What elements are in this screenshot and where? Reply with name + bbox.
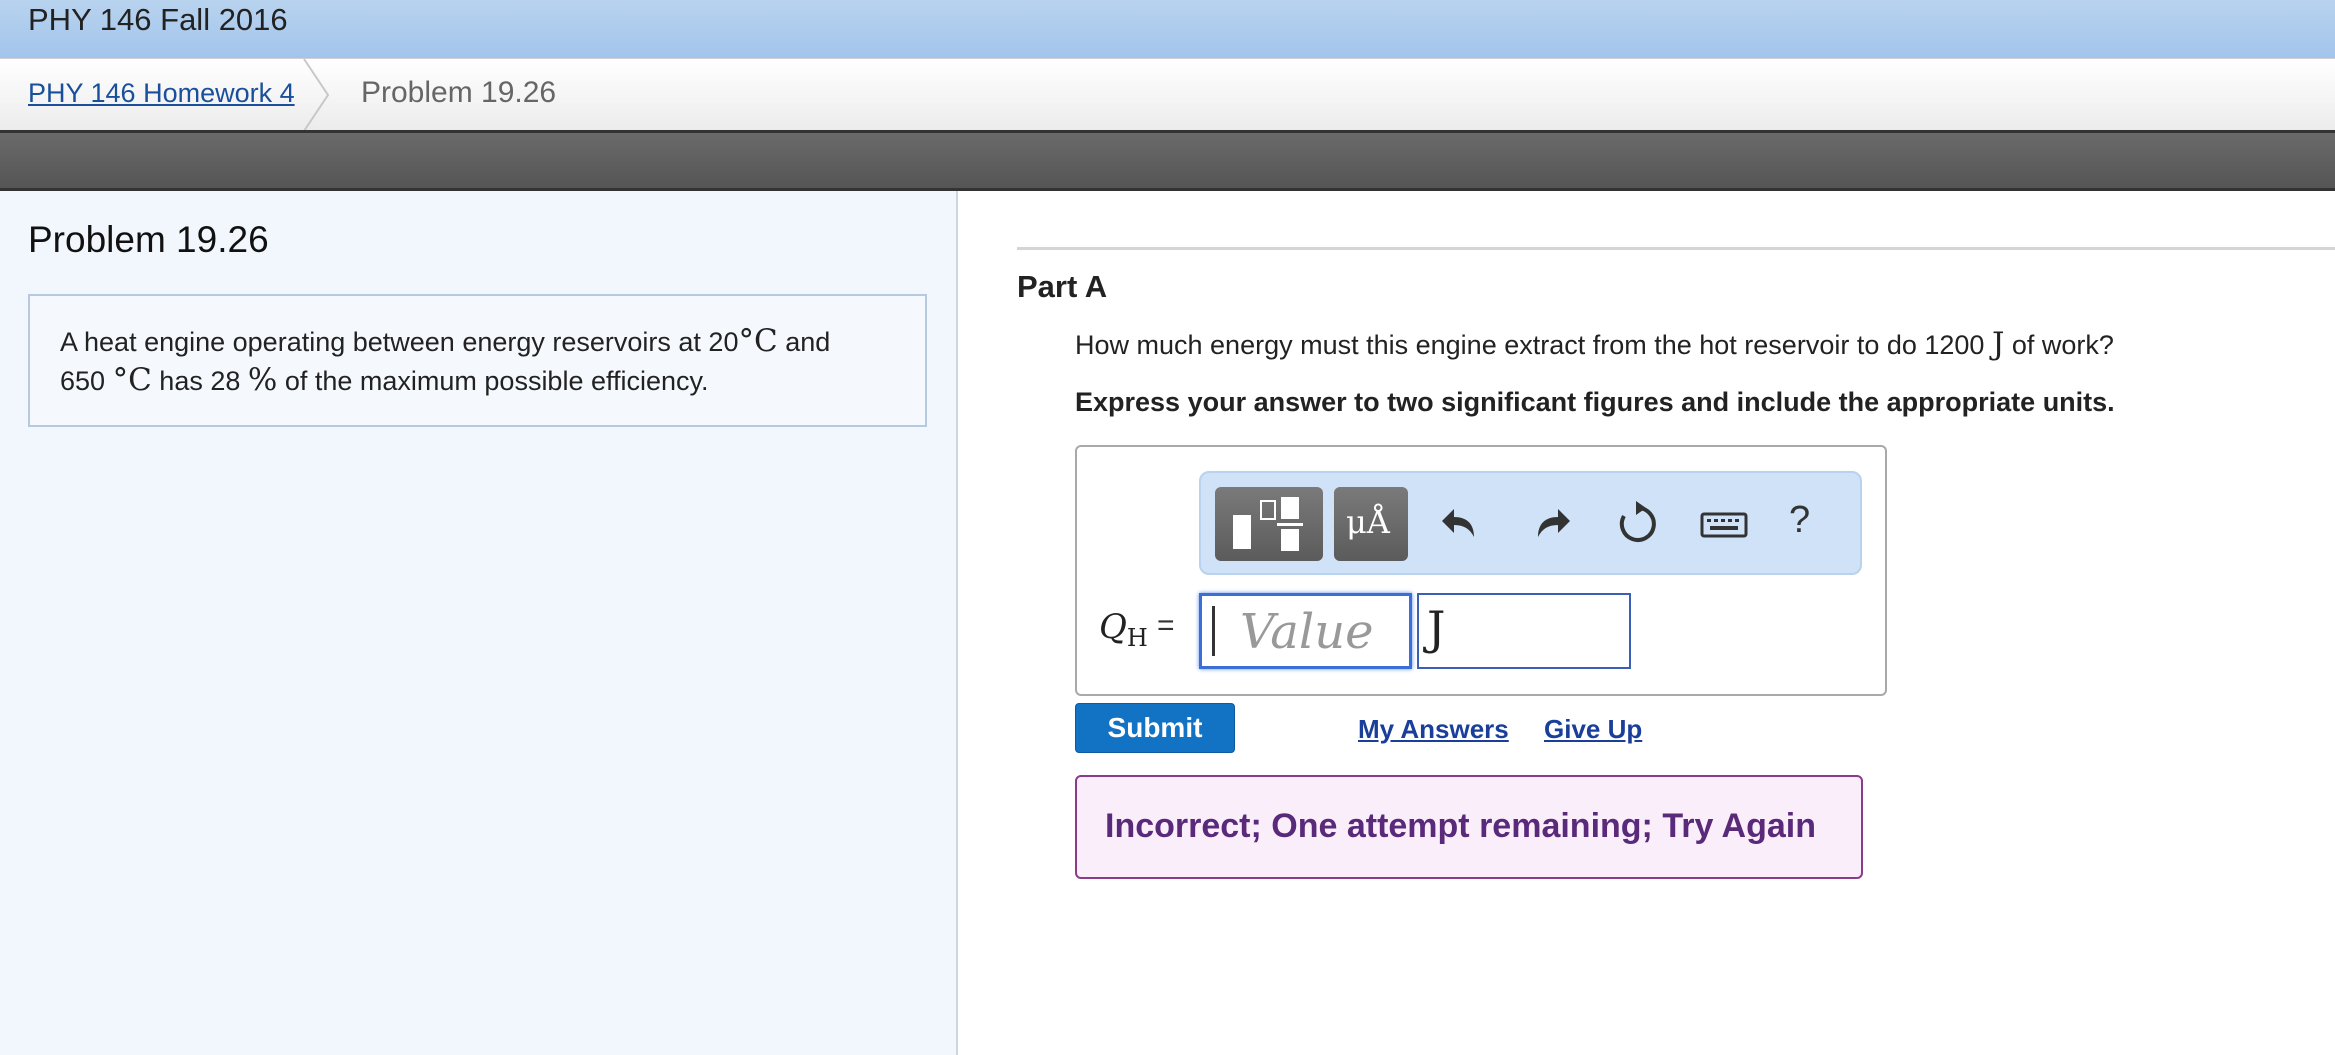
fraction-template-icon (1233, 497, 1303, 551)
breadcrumb-separator-icon (303, 59, 330, 131)
feedback-message: Incorrect; One attempt remaining; Try Ag… (1075, 775, 1863, 879)
part-divider (1017, 247, 2335, 250)
breadcrumb-current: Problem 19.26 (361, 76, 557, 109)
help-button[interactable]: ? (1789, 499, 1810, 542)
degree-symbol: ° (738, 323, 754, 359)
answer-variable: QH (1099, 607, 1148, 652)
breadcrumb: PHY 146 Homework 4 Problem 19.26 (0, 58, 2335, 131)
toolbar-strip (0, 130, 2335, 191)
problem-title: Problem 19.26 (28, 219, 269, 260)
percent-symbol: % (247, 362, 278, 398)
variable-q: Q (1099, 607, 1127, 647)
question-text-post: of work? (2004, 330, 2114, 360)
undo-icon[interactable] (1438, 499, 1488, 549)
reset-icon[interactable] (1613, 499, 1663, 549)
part-title: Part A (1017, 269, 1108, 304)
problem-text: A heat engine operating between energy r… (60, 327, 739, 357)
my-answers-link[interactable]: My Answers (1358, 714, 1509, 745)
give-up-link[interactable]: Give Up (1544, 714, 1642, 745)
problem-text: of the maximum possible efficiency. (277, 366, 709, 396)
question-text-pre: How much energy must this engine extract… (1075, 330, 1992, 360)
breadcrumb-link-homework[interactable]: PHY 146 Homework 4 (28, 78, 295, 109)
variable-subscript: H (1126, 623, 1148, 652)
problem-statement: A heat engine operating between energy r… (28, 294, 927, 427)
redo-icon[interactable] (1524, 499, 1574, 549)
problem-text: has 28 (151, 366, 248, 396)
course-title: PHY 146 Fall 2016 (28, 2, 288, 37)
answer-pane: Part A How much energy must this engine … (960, 191, 2335, 1055)
equals-sign: = (1157, 609, 1175, 642)
units-button[interactable]: μÅ (1334, 487, 1408, 561)
celsius-unit: C (128, 362, 152, 398)
course-header: PHY 146 Fall 2016 (0, 0, 2335, 58)
templates-button[interactable] (1215, 487, 1323, 561)
value-placeholder: Value (1240, 604, 1374, 660)
problem-text: and (777, 327, 831, 357)
submit-button[interactable]: Submit (1075, 703, 1235, 753)
unit-input[interactable]: J (1417, 593, 1631, 669)
units-label: μÅ (1346, 503, 1390, 541)
value-input[interactable]: Value (1199, 593, 1412, 669)
math-toolbar: μÅ ? (1199, 471, 1862, 575)
joule-unit: J (1991, 326, 2005, 362)
degree-symbol: ° (112, 362, 129, 398)
answer-box: μÅ ? QH = Value J (1075, 445, 1887, 696)
problem-text: 650 (60, 366, 113, 396)
celsius-unit: C (753, 323, 778, 359)
answer-instruction: Express your answer to two significant f… (1075, 387, 2115, 417)
question-text: How much energy must this engine extract… (1075, 326, 2114, 362)
problem-pane: Problem 19.26 A heat engine operating be… (0, 191, 958, 1055)
text-caret (1212, 606, 1215, 656)
keyboard-icon[interactable] (1699, 499, 1749, 549)
